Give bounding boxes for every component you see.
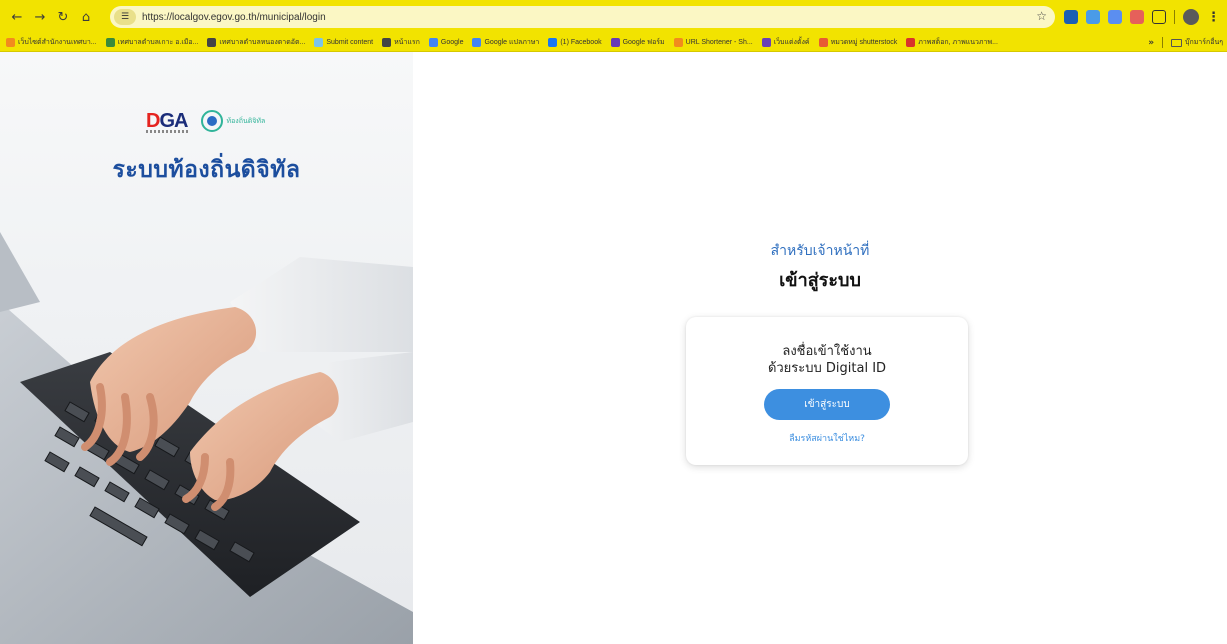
local-digital-mark-icon [201, 110, 224, 132]
more-bookmarks-button[interactable]: » [1148, 38, 1154, 48]
bookmark-label: เว็บไซต์สำนักงานเทศบา... [18, 39, 97, 46]
puzzle-extensions-icon[interactable] [1152, 10, 1166, 24]
bookmark-label: Submit content [326, 39, 374, 46]
bookmark-favicon-icon [314, 38, 324, 47]
bookmark-label: เทศบาลตำบลหนองตาดอัต... [219, 39, 306, 46]
bookmark-item[interactable]: เทศบาลตำบลเกาะ อ.เมือ... [105, 37, 199, 48]
extension-icon[interactable] [1064, 10, 1078, 24]
url-text[interactable]: https://localgov.egov.go.th/municipal/lo… [142, 12, 326, 23]
dga-logo-letter: G [159, 110, 175, 132]
login-button[interactable]: เข้าสู่ระบบ [764, 389, 890, 420]
local-digital-logo: ท้องถิ่นดิจิทัล [201, 110, 265, 132]
other-bookmarks-label: บุ๊กมาร์กอื่นๆ [1185, 38, 1223, 46]
bookmark-favicon-icon [207, 38, 217, 47]
dga-logo-letter: D [146, 110, 160, 132]
bookmark-label: หมวดหมู่ shutterstock [830, 39, 898, 46]
cloud-extension-icon[interactable] [1086, 10, 1100, 24]
bookmark-label: เทศบาลตำบลเกาะ อ.เมือ... [117, 39, 199, 46]
home-icon[interactable]: ⌂ [77, 8, 95, 26]
bookmark-favicon-icon [761, 38, 771, 47]
bookmark-label: (1) Facebook [560, 39, 602, 46]
bookmark-label: URL Shortener - Sh... [685, 39, 753, 46]
bookmark-favicon-icon [428, 38, 438, 47]
for-staff-label: สำหรับเจ้าหน้าที่ [770, 243, 870, 259]
system-title: ระบบท้องถิ่นดิจิทัล [112, 157, 301, 183]
bookmark-favicon-icon [6, 38, 15, 47]
profile-avatar[interactable] [1183, 9, 1199, 25]
bookmark-item[interactable]: (1) Facebook [548, 38, 602, 47]
bookmark-label: Google [440, 39, 464, 46]
bookmark-favicon-icon [906, 38, 916, 47]
bookmark-item[interactable]: Submit content [314, 38, 373, 47]
bookmark-favicon-icon [105, 38, 115, 47]
bookmark-label: หน้าแรก [394, 39, 420, 46]
login-title: เข้าสู่ระบบ [779, 270, 861, 291]
bookmark-item[interactable]: URL Shortener - Sh... [673, 38, 753, 47]
bookmark-favicon-icon [610, 38, 620, 47]
bookmark-item[interactable]: Google [428, 38, 464, 47]
bookmark-item[interactable]: หมวดหมู่ shutterstock [818, 37, 898, 48]
extensions-area: ⋮ [1064, 8, 1220, 26]
logo-row: DGA ท้องถิ่นดิจิทัล [146, 110, 265, 133]
bookmark-favicon-icon [472, 38, 482, 47]
bookmark-favicon-icon [818, 38, 828, 47]
bookmark-item[interactable]: ภาพสต็อก, ภาพแนวภาพ... [906, 37, 998, 48]
bookmarks-divider [1162, 37, 1164, 48]
address-bar[interactable]: ☰ https://localgov.egov.go.th/municipal/… [110, 6, 1055, 28]
laptop-typing-illustration [0, 232, 413, 644]
login-panel: สำหรับเจ้าหน้าที่ เข้าสู่ระบบ ลงชื่อเข้า… [413, 52, 1227, 644]
bookmark-item[interactable]: เว็บไซต์สำนักงานเทศบา... [6, 37, 97, 48]
forgot-password-link[interactable]: ลืมรหัสผ่านใช่ไหม? [686, 431, 968, 445]
login-card: ลงชื่อเข้าใช้งาน ด้วยระบบ Digital ID เข้… [686, 317, 968, 465]
menu-dots-icon[interactable]: ⋮ [1207, 10, 1220, 25]
dga-logo: DGA [146, 110, 190, 133]
toolbar-divider [1174, 10, 1175, 24]
bookmark-item[interactable]: Google แปลภาษา [472, 37, 539, 48]
other-bookmarks-folder[interactable]: บุ๊กมาร์กอื่นๆ [1171, 37, 1223, 48]
browser-toolbar: ← → ↻ ⌂ ☰ https://localgov.egov.go.th/mu… [0, 0, 1227, 34]
bookmark-favicon-icon [673, 38, 683, 47]
bookmark-item[interactable]: หน้าแรก [382, 37, 420, 48]
bookmark-label: ภาพสต็อก, ภาพแนวภาพ... [918, 39, 998, 46]
reload-icon[interactable]: ↻ [54, 8, 72, 26]
site-info-icon[interactable]: ☰ [114, 9, 136, 25]
bookmark-item[interactable]: Google ฟอร์ม [610, 37, 665, 48]
back-arrow-icon[interactable]: ← [8, 8, 26, 26]
local-digital-mark-dot [207, 116, 218, 126]
translate-extension-icon[interactable] [1108, 10, 1122, 24]
dga-logo-subtext [146, 130, 190, 133]
bookmark-favicon-icon [548, 38, 558, 47]
bookmark-star-icon[interactable]: ☆ [1036, 9, 1047, 23]
folder-icon [1171, 38, 1183, 47]
bookmarks-bar: เว็บไซต์สำนักงานเทศบา... เทศบาลตำบลเกาะ อ… [0, 34, 1227, 52]
hero-panel: DGA ท้องถิ่นดิจิทัล ระบบท้องถิ่นดิจิทัล [0, 52, 413, 644]
bookmark-label: เว็บแต่งตั้งค์ [773, 39, 810, 46]
bookmark-favicon-icon [382, 38, 392, 47]
bookmark-label: Google ฟอร์ม [622, 39, 665, 46]
red-extension-icon[interactable] [1130, 10, 1144, 24]
bookmark-label: Google แปลภาษา [484, 39, 540, 46]
forward-arrow-icon[interactable]: → [31, 8, 49, 26]
bookmark-item[interactable]: เว็บแต่งตั้งค์ [761, 37, 810, 48]
bookmark-item[interactable]: เทศบาลตำบลหนองตาดอัต... [207, 37, 305, 48]
local-digital-logo-text: ท้องถิ่นดิจิทัล [226, 116, 266, 125]
bookmarks-right: » บุ๊กมาร์กอื่นๆ [1148, 37, 1223, 48]
card-heading-line2: ด้วยระบบ Digital ID [767, 361, 887, 376]
dga-logo-letter: A [174, 110, 188, 132]
